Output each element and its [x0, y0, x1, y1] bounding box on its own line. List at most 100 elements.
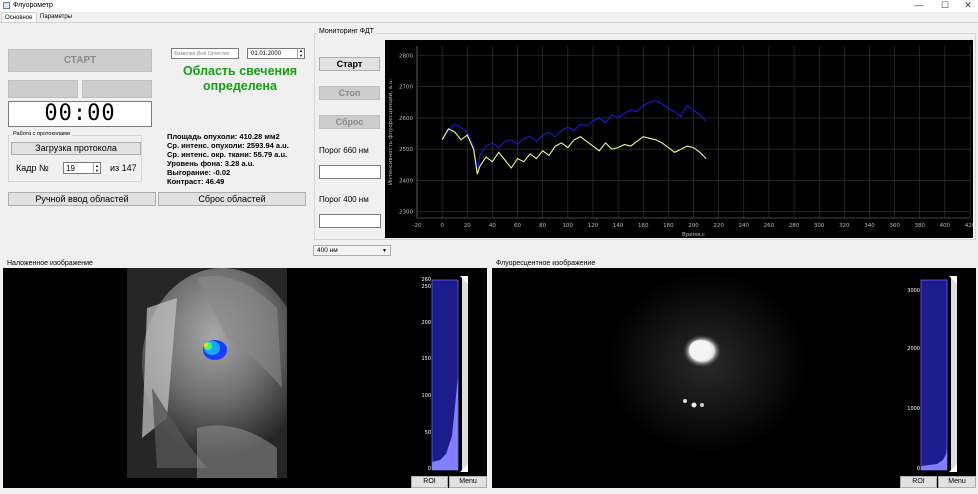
hist-tick: 260	[421, 277, 431, 283]
hist-tick: 2000	[907, 346, 920, 352]
start-button[interactable]: СТАРТ	[8, 49, 152, 72]
manual-regions-button[interactable]: Ручной ввод областей	[8, 192, 156, 206]
date-field[interactable]: 01.01.2000 ▲ ▼	[247, 48, 305, 59]
chart-y-tick-label: 2800	[399, 53, 413, 59]
date-spin-icon[interactable]: ▲ ▼	[297, 48, 304, 58]
status-line-2: определена	[203, 79, 277, 93]
chart-y-label: Интенсивность флуоресценции, a.u.	[388, 79, 394, 185]
chart-x-tick-label: 240	[739, 223, 750, 229]
chart-y-tick-label: 2700	[399, 85, 413, 91]
status-message: Область свечения определена	[165, 64, 315, 94]
hist-tick: 150	[421, 356, 431, 362]
chart-x-tick-label: 200	[688, 223, 699, 229]
chart-y-tick-label: 2500	[399, 147, 413, 153]
fluor-menu-button[interactable]: Menu	[938, 476, 976, 488]
hist-tick: 200	[421, 320, 431, 326]
chart-x-tick-label: 0	[440, 223, 444, 229]
monitoring-title: Мониторинг ФДТ	[317, 28, 376, 35]
chart-x-tick-label: 40	[489, 223, 496, 229]
chart-x-tick-label: 60	[514, 223, 521, 229]
title-bar: Флуорометр — ☐ ✕	[0, 0, 978, 12]
stat-bleaching: Выгорание: -0.02	[167, 168, 231, 178]
reset-regions-button[interactable]: Сброс областей	[158, 192, 306, 206]
protocol-group-title: Работа с протоколами	[11, 131, 72, 137]
chart-x-tick-label: 120	[588, 223, 599, 229]
close-icon[interactable]: ✕	[955, 0, 978, 12]
chart-x-tick-label: 380	[914, 223, 925, 229]
frame-total: из 147	[110, 163, 137, 173]
chart-y-tick-label: 2400	[399, 178, 413, 184]
wavelength-value[interactable]: 400 нм	[317, 247, 338, 254]
tab-divider	[0, 22, 978, 23]
stat-tissue-intensity: Ср. интенс. окр. ткани: 55.79 a.u.	[167, 150, 288, 160]
stats-block: Площадь опухоли: 410.28 мм2 Ср. интенс. …	[167, 132, 289, 187]
chart-x-tick-label: 20	[464, 223, 471, 229]
chart-x-tick-label: 300	[814, 223, 825, 229]
chart-x-tick-label: 220	[713, 223, 724, 229]
chart-x-tick-label: -20	[413, 223, 422, 229]
chart-x-label: Время,с	[682, 232, 705, 238]
fluor-image-viewer[interactable]: 3000 2000 1000 0 ROI Menu	[492, 268, 976, 488]
tab-bar: Основное Параметры	[0, 12, 978, 22]
threshold-660-input[interactable]	[319, 165, 381, 179]
chart-x-tick-label: 260	[764, 223, 775, 229]
tumor-overlay	[203, 340, 227, 360]
chart-x-tick-label: 180	[663, 223, 674, 229]
chart-x-tick-label: 160	[638, 223, 649, 229]
overlay-photo	[127, 268, 287, 478]
patient-name-field[interactable]: Фамилия Имя Отчество	[171, 48, 239, 59]
hist-tick: 0	[427, 466, 431, 472]
hist-tick: 3000	[907, 288, 920, 294]
status-line-1: Область свечения	[182, 64, 298, 78]
blank-button-left[interactable]	[8, 80, 78, 98]
fluor-roi-button[interactable]: ROI	[900, 476, 937, 488]
threshold-660-label: Порог 660 нм	[319, 146, 369, 155]
window-title: Флуорометр	[13, 2, 53, 9]
chart-x-tick-label: 400	[940, 223, 951, 229]
overlay-hist-axis: 260 250 200 150 100 50 0	[417, 276, 431, 474]
fdt-monitoring-chart: -20 0 20 40 60 80 100 120 140 160 180 200 220 240 260 2…	[385, 40, 973, 238]
timer-display: 00:00	[8, 101, 152, 127]
frame-spinbox[interactable]: 19 ▲ ▼	[63, 162, 101, 174]
chart-x-tick-label: 140	[613, 223, 624, 229]
chart-x-tick-label: 360	[889, 223, 900, 229]
frame-label: Кадр №	[16, 163, 49, 173]
overlay-menu-button[interactable]: Menu	[449, 476, 487, 488]
tab-main[interactable]: Основное	[1, 12, 37, 22]
blank-button-right[interactable]	[82, 80, 152, 98]
chart-x-tick-label: 100	[563, 223, 574, 229]
chart-y-tick-label: 2600	[399, 116, 413, 122]
chart-y-tick-label: 2300	[399, 210, 413, 216]
chart-x-tick-label: 80	[539, 223, 546, 229]
hist-tick: 50	[424, 430, 431, 436]
stat-tumor-intensity: Ср. интенс. опухоли: 2593.94 a.u.	[167, 141, 289, 151]
monitor-reset-button[interactable]: Сброс	[319, 115, 380, 129]
app-icon	[3, 2, 10, 9]
chevron-down-icon[interactable]: ▼	[382, 246, 387, 256]
frame-value[interactable]: 19	[66, 163, 75, 174]
stat-contrast: Контраст: 46.49	[167, 177, 225, 187]
stat-tumor-area: Площадь опухоли: 410.28 мм2	[167, 132, 280, 141]
chart-x-tick-label: 340	[864, 223, 875, 229]
date-value[interactable]: 01.01.2000	[251, 51, 281, 57]
fluor-panel-title: Флуоресцентное изображение	[496, 260, 596, 267]
wavelength-select[interactable]: 400 нм ▼	[313, 245, 391, 256]
overlay-roi-button[interactable]: ROI	[411, 476, 448, 488]
stat-background: Уровень фона: 3.28 a.u.	[167, 159, 255, 169]
hist-tick: 0	[916, 466, 920, 472]
hist-tick: 250	[421, 284, 431, 290]
monitor-stop-button[interactable]: Стоп	[319, 86, 380, 100]
fluor-photo	[612, 273, 807, 453]
tab-parameters[interactable]: Параметры	[37, 12, 75, 22]
chart-x-tick-label: 280	[789, 223, 800, 229]
chart-x-tick-label: 420	[965, 223, 973, 229]
chart-x-tick-label: 320	[839, 223, 850, 229]
minimize-icon[interactable]: —	[906, 0, 932, 12]
overlay-image-viewer[interactable]: 260 250 200 150 100 50 0 ROI Menu	[3, 268, 487, 488]
hist-tick: 100	[421, 393, 431, 399]
spin-arrows-icon[interactable]: ▲ ▼	[93, 163, 100, 173]
load-protocol-button[interactable]: Загрузка протокола	[11, 142, 141, 155]
monitor-start-button[interactable]: Старт	[319, 57, 380, 71]
threshold-400-input[interactable]	[319, 214, 381, 228]
fluor-hist-axis: 3000 2000 1000 0	[900, 276, 920, 474]
